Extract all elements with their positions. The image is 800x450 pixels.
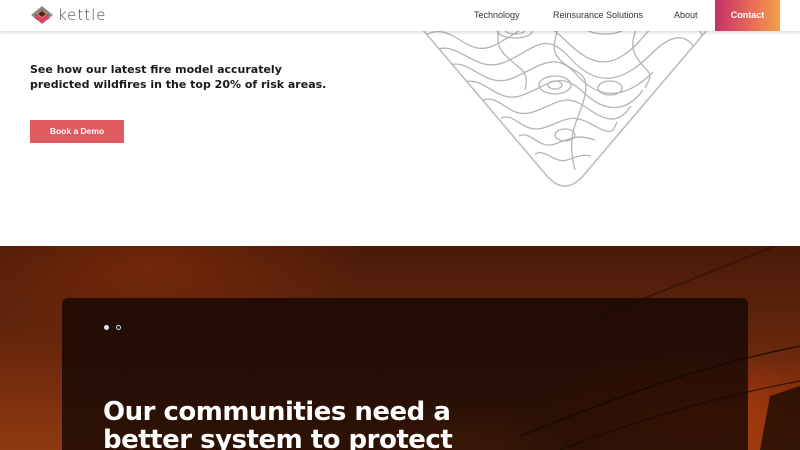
brand-name: kettle [58,6,107,24]
wildfire-section: Our communities need a better system to … [0,246,800,450]
slider-heading: Our communities need a better system to … [103,397,453,450]
hero-description: See how our latest fire model accurately… [30,63,327,91]
hero-section: See how our latest fire model accurately… [0,0,800,246]
home-logo-link[interactable]: kettle [30,4,107,26]
nav-about[interactable]: About [674,0,698,31]
kettle-logo-icon [31,6,53,24]
slider-dot-1[interactable] [104,325,109,330]
slider-dots [104,325,121,330]
contact-button[interactable]: Contact [715,0,780,31]
nav-reinsurance-solutions[interactable]: Reinsurance Solutions [553,0,643,31]
slider-dot-2[interactable] [116,325,121,330]
site-header: kettle Technology Reinsurance Solutions … [0,0,800,31]
nav-technology[interactable]: Technology [474,0,520,31]
slider-card: Our communities need a better system to … [62,298,748,450]
book-demo-button[interactable]: Book a Demo [30,120,124,143]
